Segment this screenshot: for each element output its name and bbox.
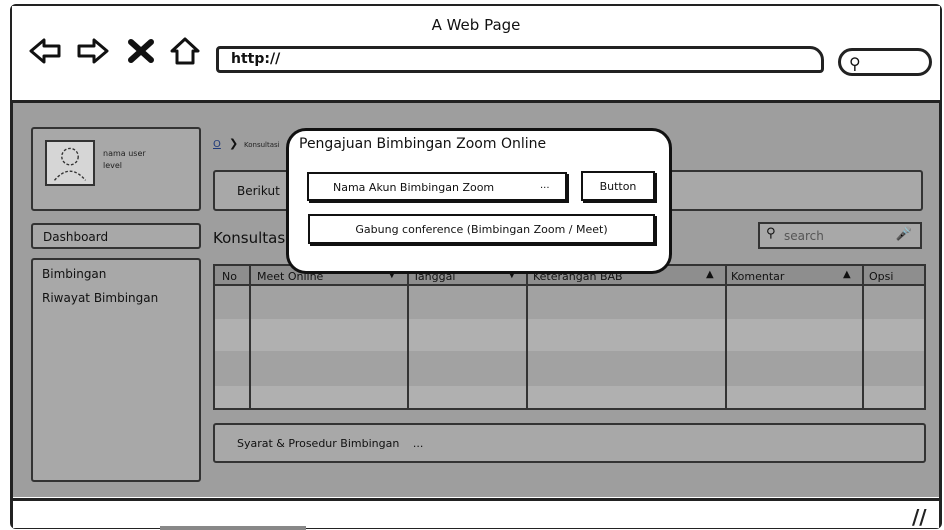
url-input[interactable]: http:// [216, 46, 824, 73]
field-ellipsis: ... [540, 180, 550, 191]
column-divider [526, 266, 528, 408]
modal-title: Pengajuan Bimbingan Zoom Online [299, 136, 547, 152]
sidebar-item-riwayat-bimbingan[interactable]: Riwayat Bimbingan [42, 291, 158, 305]
table-row[interactable] [215, 351, 924, 386]
breadcrumb-home-link[interactable]: O [213, 139, 221, 150]
join-conference-button[interactable]: Gabung conference (Bimbingan Zoom / Meet… [308, 214, 655, 244]
search-icon: ⚲ [849, 54, 861, 73]
search-icon: ⚲ [766, 226, 776, 241]
back-arrow-icon[interactable] [28, 36, 62, 66]
column-divider [725, 266, 727, 408]
sidebar-item-dashboard[interactable]: Dashboard [31, 223, 201, 249]
user-level: level [103, 161, 123, 170]
home-icon[interactable] [168, 36, 202, 66]
column-header-opsi[interactable]: Opsi [869, 270, 893, 283]
syarat-link[interactable]: Syarat & Prosedur Bimbingan ... [237, 437, 423, 450]
column-header-komentar[interactable]: Komentar [731, 270, 784, 283]
column-header-no[interactable]: No [222, 270, 237, 283]
chevron-right-icon: ❯ [229, 137, 239, 150]
info-text: Berikut [237, 184, 280, 198]
column-divider [249, 266, 251, 408]
avatar-icon [45, 140, 95, 186]
action-button[interactable]: Button [581, 171, 655, 201]
microphone-icon[interactable]: 🎤 [896, 227, 912, 242]
search-input[interactable]: ⚲ search 🎤 [758, 222, 922, 249]
status-bar [13, 498, 939, 528]
table-row[interactable] [215, 386, 924, 408]
sort-icon[interactable]: ▲︎ [843, 269, 851, 280]
table-row[interactable] [215, 319, 924, 351]
window-title: A Web Page [431, 16, 521, 34]
sidebar-item-bimbingan[interactable]: Bimbingan [42, 267, 106, 281]
table-row[interactable] [215, 286, 924, 319]
section-title: Konsultas [213, 229, 286, 247]
user-name: nama user [103, 149, 146, 158]
column-divider [862, 266, 864, 408]
sort-icon[interactable]: ▲︎ [706, 269, 714, 280]
status-tab [160, 526, 306, 530]
forward-arrow-icon[interactable] [76, 36, 110, 66]
zoom-account-field[interactable]: Nama Akun Bimbingan Zoom [307, 172, 567, 201]
resize-handle-icon[interactable]: // [912, 505, 927, 529]
syarat-label: Syarat & Prosedur Bimbingan [237, 437, 400, 450]
breadcrumb-current: Konsultasi [244, 141, 280, 149]
column-divider [407, 266, 409, 408]
close-icon[interactable] [124, 36, 158, 66]
search-placeholder: search [784, 229, 824, 243]
browser-search-button[interactable]: ⚲ [838, 48, 932, 76]
syarat-ellipsis: ... [412, 437, 424, 450]
